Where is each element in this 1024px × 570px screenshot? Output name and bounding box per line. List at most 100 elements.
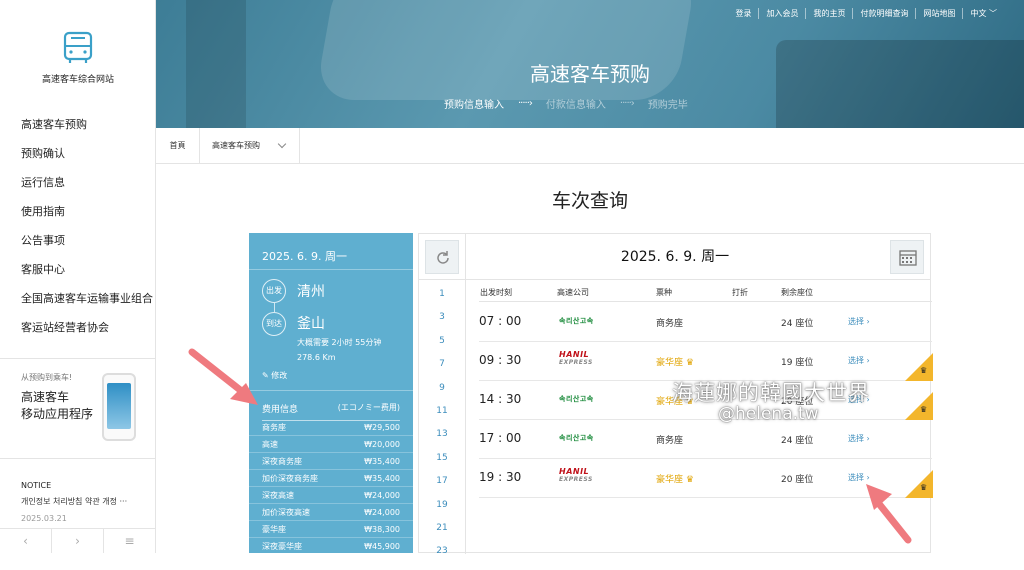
sidebar-menu: 高速客车预购 预购确认 运行信息 使用指南 公告事项 客服中心 全国高速客车运输…: [21, 116, 153, 348]
fare-header-note: (エコノミー费用): [337, 403, 400, 412]
crown-icon: ♛: [920, 405, 928, 414]
hero-banner: 登录 加入会员 我的主页 付款明细查询 网站地图 中文 ﹀ 高速客车预购 预购信…: [156, 0, 1024, 128]
fare-name: 深夜商务座: [262, 457, 302, 466]
notice-date: 2025.03.21: [21, 514, 67, 523]
notice-pager: ‹ › ≡: [0, 528, 156, 553]
date-item[interactable]: 11: [419, 406, 465, 429]
breadcrumb: 首頁 高速客车预购: [156, 128, 1024, 164]
sidebar-item-service[interactable]: 客服中心: [21, 261, 153, 290]
date-item[interactable]: 3: [419, 312, 465, 335]
app-promo[interactable]: 从预购到乘车! 高速客车 移动应用程序: [0, 358, 156, 458]
fare-row: 深夜商务座 ₩35,400: [249, 453, 413, 470]
company-sub: EXPRESS: [559, 359, 593, 366]
arrive-badge: 到达: [262, 312, 286, 336]
company-logo: HANIL EXPRESS: [559, 468, 593, 484]
next-button[interactable]: ›: [52, 529, 104, 553]
fare-price: ₩35,400: [364, 474, 400, 483]
fare-list: 商务座 ₩29,500 高速 ₩20,000 深夜商务座 ₩35,400 加价深夜商务…: [249, 419, 413, 555]
sidebar-item-reservation[interactable]: 高速客车预购: [21, 116, 153, 145]
sidebar-item-schedule[interactable]: 运行信息: [21, 174, 153, 203]
sidebar-item-association[interactable]: 客运站经营者协会: [21, 319, 153, 348]
grade: 商务座: [656, 436, 684, 446]
progress-steps: 预购信息输入 ·····› 付款信息输入 ·····› 预购完毕: [444, 96, 688, 111]
fare-name: 深夜高速: [262, 491, 294, 500]
fare-name: 加价深夜高速: [262, 508, 310, 517]
fare-row: 深夜高速 ₩24,000: [249, 487, 413, 504]
bus-icon: [63, 31, 93, 63]
fare-row: 高速 ₩20,000: [249, 436, 413, 453]
trip-info-panel: 2025. 6. 9. 周一 出发 清州 到达 釜山 大概需要 2小时 55分钟…: [249, 233, 413, 555]
notice-box[interactable]: NOTICE 개인정보 처리방침 약관 개정 ··· 2025.03.21: [0, 458, 156, 528]
company-sub: EXPRESS: [559, 476, 593, 483]
date-item[interactable]: 17: [419, 476, 465, 499]
trip-distance: 278.6 Km: [297, 353, 336, 362]
sidebar-item-notice[interactable]: 公告事项: [21, 232, 153, 261]
edit-label: 修改: [271, 371, 288, 380]
refresh-button[interactable]: [425, 240, 459, 274]
date-item[interactable]: 13: [419, 429, 465, 452]
notice-text[interactable]: 개인정보 처리방침 약관 개정 ···: [21, 496, 151, 507]
sidebar-item-union[interactable]: 全国高速客车运输事业组合: [21, 290, 153, 319]
select-button[interactable]: 选择 ›: [848, 316, 870, 327]
sidebar-item-guide[interactable]: 使用指南: [21, 203, 153, 232]
breadcrumb-current[interactable]: 高速客车预购: [200, 128, 300, 163]
fare-price: ₩24,000: [364, 491, 400, 500]
fare-row: 商务座 ₩29,500: [249, 419, 413, 436]
company-name: HANIL: [559, 350, 590, 359]
sidebar-item-confirm[interactable]: 预购确认: [21, 145, 153, 174]
site-name: 高速客车综合网站: [41, 75, 114, 85]
date-item[interactable]: 21: [419, 523, 465, 546]
table-row[interactable]: 07 : 00 속리산고속 商务座 24 座位 选择 ›: [479, 303, 932, 342]
fare-price: ₩29,500: [364, 423, 400, 432]
timetable-date: 2025. 6. 9. 周一: [620, 249, 730, 265]
site-logo[interactable]: 高速客车综合网站: [0, 0, 156, 110]
date-item[interactable]: 23: [419, 546, 465, 569]
date-item[interactable]: 5: [419, 336, 465, 359]
trip-date: 2025. 6. 9. 周一: [262, 250, 347, 263]
col-header-company: 高速公司: [557, 288, 589, 297]
date-item[interactable]: 9: [419, 383, 465, 406]
calendar-button[interactable]: [890, 240, 924, 274]
table-row[interactable]: 09 : 30 HANIL EXPRESS 豪华座 ♛ 19 座位 选择 › ♛: [479, 342, 933, 381]
login-link[interactable]: 登录: [728, 8, 758, 19]
mypage-link[interactable]: 我的主页: [805, 8, 852, 19]
fare-name: 深夜豪华座: [262, 542, 302, 551]
menu-button[interactable]: ≡: [104, 529, 156, 553]
table-row[interactable]: 17 : 00 속리산고속 商务座 24 座位 选择 ›: [479, 420, 932, 459]
grade: 豪华座 ♛: [656, 472, 694, 485]
company-logo: HANIL EXPRESS: [559, 351, 593, 367]
calendar-icon: [899, 250, 917, 266]
date-item[interactable]: 19: [419, 500, 465, 523]
depart-time: 17 : 00: [479, 431, 522, 445]
join-link[interactable]: 加入会员: [758, 8, 805, 19]
crown-icon: ♛: [685, 475, 694, 485]
payment-history-link[interactable]: 付款明细查询: [852, 8, 915, 19]
seats: 24 座位: [781, 436, 814, 446]
company-logo: 속리산고속: [559, 434, 594, 442]
company-logo: 속리산고속: [559, 317, 594, 325]
breadcrumb-home[interactable]: 首頁: [156, 128, 200, 163]
language-select[interactable]: 中文 ﹀: [962, 8, 1004, 19]
select-button[interactable]: 选择 ›: [848, 433, 870, 444]
select-button[interactable]: 选择 ›: [848, 355, 870, 366]
fare-row: 加价深夜高速 ₩24,000: [249, 504, 413, 521]
prev-button[interactable]: ‹: [0, 529, 52, 553]
col-header-grade: 票种: [656, 288, 672, 297]
sitemap-link[interactable]: 网站地图: [915, 8, 962, 19]
date-item[interactable]: 15: [419, 453, 465, 476]
notice-header: NOTICE: [21, 481, 52, 490]
date-item[interactable]: 7: [419, 359, 465, 382]
grade-label: 豪华座: [656, 358, 684, 368]
seats: 20 座位: [781, 475, 814, 485]
watermark-handle: @helena.tw: [718, 404, 819, 424]
fare-price: ₩45,900: [364, 542, 400, 551]
date-item[interactable]: 1: [419, 289, 465, 312]
grade: 豪华座 ♛: [656, 355, 694, 368]
depart-time: 14 : 30: [479, 392, 522, 406]
step-3: 预购完毕: [647, 100, 688, 111]
fare-row: 加价深夜商务座 ₩35,400: [249, 470, 413, 487]
step-arrow-icon: ·····›: [518, 98, 533, 109]
watermark-text: 海蓮娜的韓國大世界: [672, 381, 870, 405]
depart-time: 09 : 30: [479, 353, 522, 367]
crown-icon: ♛: [920, 483, 928, 492]
